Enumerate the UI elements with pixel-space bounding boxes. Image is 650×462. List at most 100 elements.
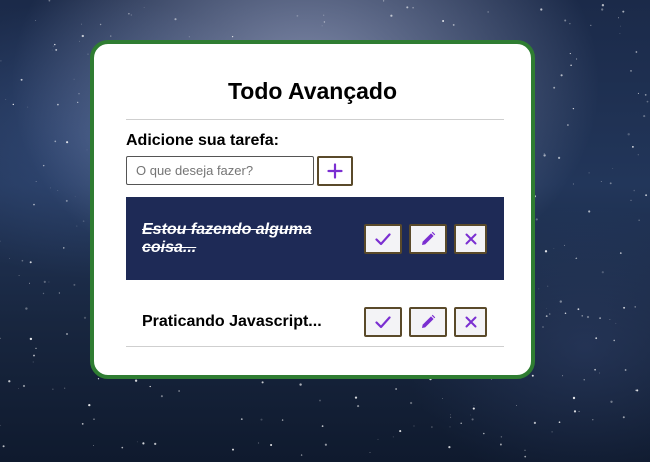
star — [442, 20, 445, 22]
add-task-label: Adicione sua tarefa: — [126, 132, 279, 149]
todo-item: Praticando Javascript... — [126, 280, 504, 363]
star — [142, 442, 145, 445]
star — [48, 0, 51, 2]
star — [87, 53, 89, 55]
todo-actions — [364, 223, 487, 254]
star — [431, 426, 433, 428]
star — [559, 300, 562, 303]
star — [81, 422, 84, 425]
star — [448, 446, 451, 449]
star — [620, 25, 621, 27]
star — [27, 106, 29, 108]
todo-item: Estou fazendo alguma coisa... — [126, 197, 504, 280]
star — [93, 445, 94, 446]
star — [12, 103, 15, 106]
star — [57, 103, 59, 106]
close-icon — [465, 233, 477, 245]
star — [18, 274, 20, 277]
edit-todo-button[interactable] — [409, 306, 447, 337]
star — [8, 380, 11, 383]
star — [637, 92, 639, 94]
star — [558, 421, 561, 424]
task-input[interactable] — [126, 156, 314, 185]
todo-card: Todo Avançado Adicione sua tarefa: Estou… — [90, 40, 535, 379]
pencil-icon — [420, 231, 436, 247]
star — [557, 156, 561, 160]
pencil-icon — [420, 314, 436, 330]
star — [562, 375, 564, 377]
star — [20, 78, 23, 81]
star — [154, 442, 157, 446]
star — [572, 107, 575, 110]
close-icon — [465, 316, 477, 328]
star — [624, 369, 627, 371]
star — [635, 51, 638, 53]
star — [460, 422, 462, 424]
star — [43, 280, 46, 283]
remove-todo-button[interactable] — [454, 306, 487, 337]
star — [543, 153, 545, 154]
star — [622, 416, 625, 419]
star — [472, 407, 475, 410]
star — [409, 401, 413, 405]
star — [564, 19, 567, 22]
plus-icon — [327, 163, 343, 179]
star — [637, 154, 639, 156]
star — [0, 337, 1, 340]
star — [572, 183, 574, 185]
star — [601, 4, 605, 7]
star — [638, 219, 640, 221]
star — [63, 247, 65, 249]
star — [77, 101, 79, 104]
star — [471, 418, 474, 421]
star — [73, 283, 76, 286]
star — [644, 94, 647, 96]
star — [78, 93, 80, 95]
star — [610, 400, 613, 403]
star — [29, 282, 30, 284]
star — [29, 337, 33, 341]
remove-todo-button[interactable] — [454, 223, 487, 254]
star — [74, 196, 76, 198]
star — [487, 11, 489, 13]
star — [97, 378, 100, 380]
star — [134, 379, 138, 382]
star — [25, 307, 28, 310]
star — [570, 64, 572, 66]
star — [595, 337, 598, 340]
finish-todo-button[interactable] — [364, 306, 402, 337]
star — [566, 124, 569, 126]
star — [482, 432, 485, 435]
star — [413, 425, 415, 427]
star — [622, 10, 625, 13]
finish-todo-button[interactable] — [364, 223, 402, 254]
star — [22, 384, 26, 388]
star — [130, 14, 132, 16]
star — [128, 13, 130, 15]
star — [48, 281, 50, 283]
star — [646, 100, 649, 103]
star — [382, 0, 385, 2]
star — [52, 45, 54, 47]
star — [73, 78, 75, 80]
edit-todo-button[interactable] — [409, 223, 447, 254]
star — [592, 419, 594, 421]
star — [323, 14, 325, 16]
star — [541, 325, 545, 329]
add-task-button[interactable] — [317, 156, 353, 186]
page-title: Todo Avançado — [227, 78, 398, 104]
star — [149, 385, 151, 388]
todo-list: Estou fazendo alguma coisa... Praticando… — [126, 197, 504, 363]
star — [563, 244, 565, 246]
star — [54, 140, 57, 143]
star — [33, 203, 35, 206]
star — [516, 405, 517, 406]
star — [99, 23, 102, 26]
star — [0, 60, 2, 62]
star — [324, 443, 327, 446]
check-icon — [375, 315, 391, 329]
star — [42, 292, 45, 295]
star — [630, 199, 632, 202]
star — [548, 313, 551, 315]
star — [613, 339, 615, 342]
